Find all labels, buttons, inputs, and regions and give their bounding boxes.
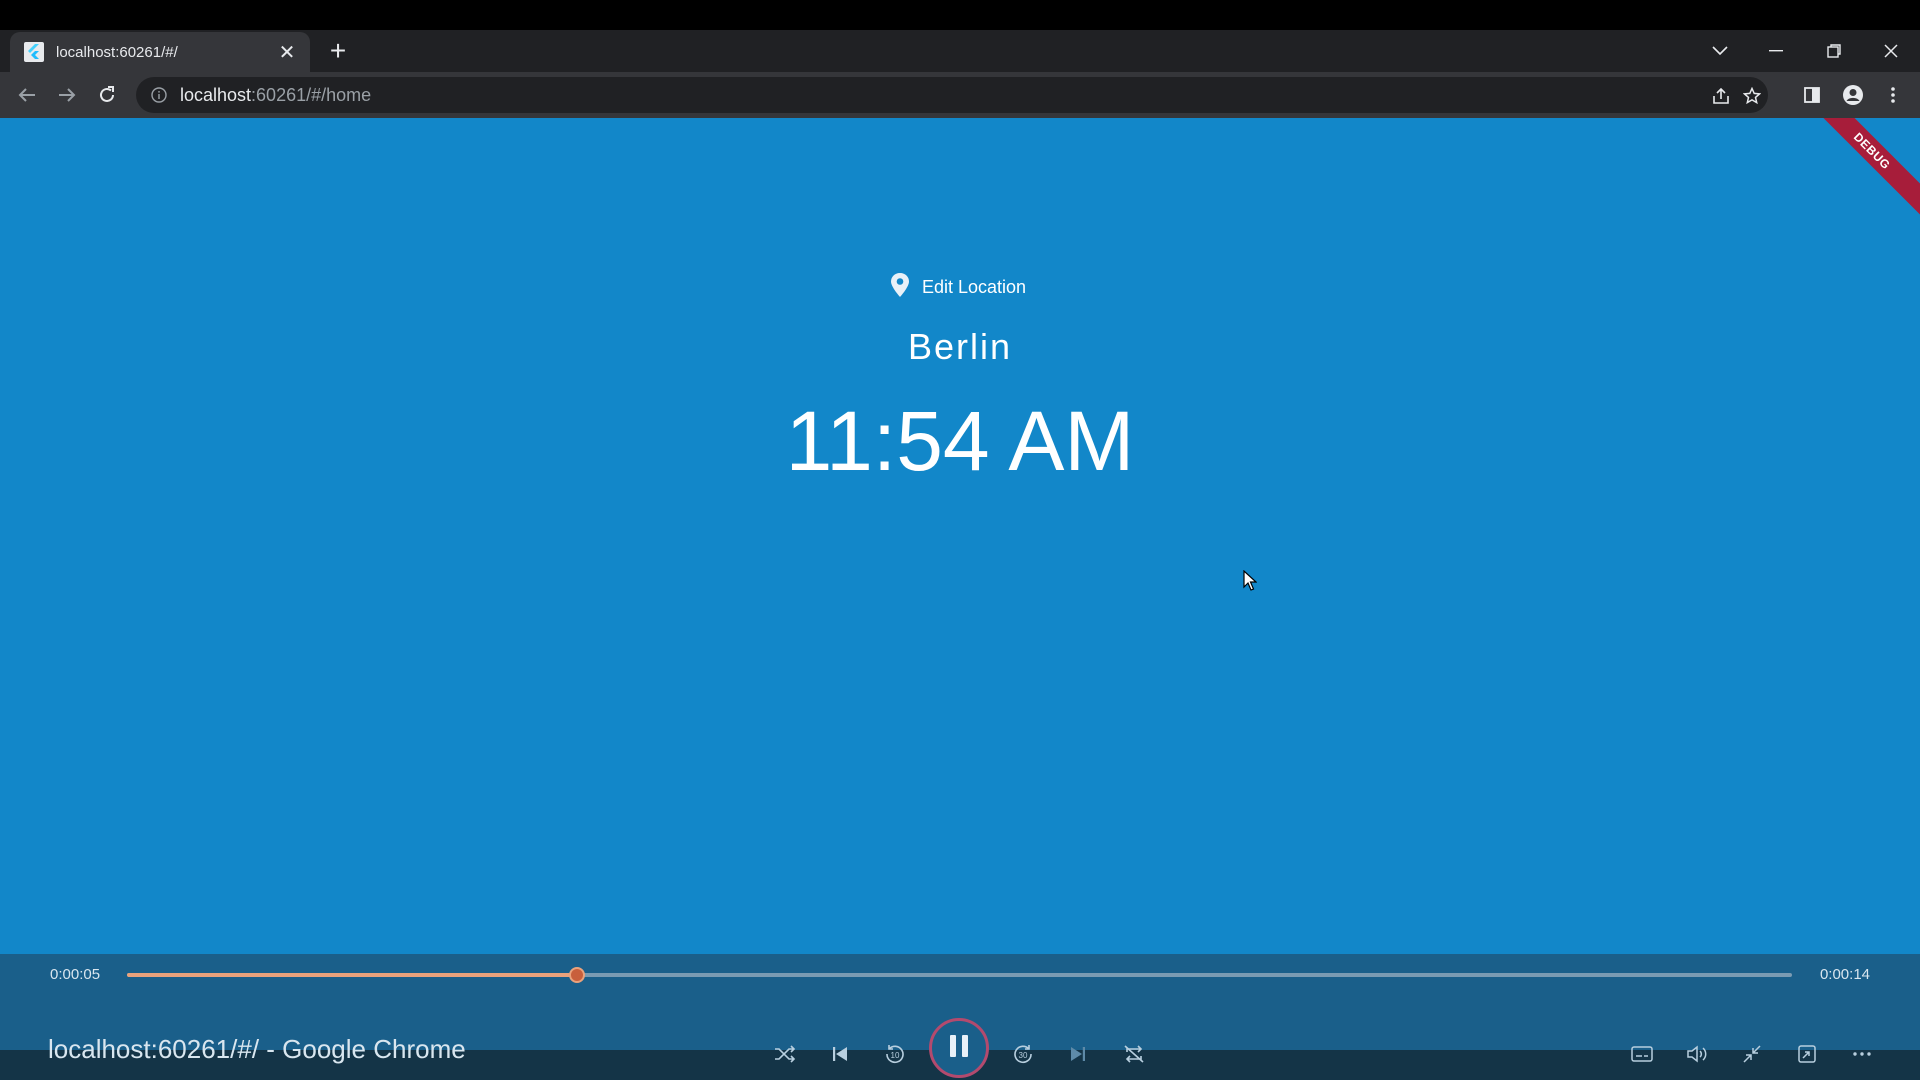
exit-fullscreen-icon[interactable] [1736, 1038, 1768, 1070]
more-options-icon[interactable] [1846, 1038, 1878, 1070]
svg-text:30: 30 [1019, 1051, 1028, 1060]
profile-icon[interactable] [1838, 80, 1868, 110]
tab-strip: localhost:60261/#/ ✕ + [0, 30, 1920, 72]
location-pin-icon [890, 272, 910, 303]
volume-icon[interactable] [1681, 1038, 1713, 1070]
captions-icon[interactable] [1626, 1038, 1658, 1070]
side-panel-icon[interactable] [1797, 80, 1827, 110]
tab-title: localhost:60261/#/ [56, 43, 178, 61]
edit-location-button[interactable]: Edit Location [890, 272, 1026, 303]
media-player-bar: 0:00:05 0:00:14 localhost:60261/#/ - Goo… [0, 954, 1920, 1080]
reload-icon[interactable] [92, 80, 122, 110]
forward-icon[interactable] [52, 80, 82, 110]
back-icon[interactable] [12, 80, 42, 110]
menu-kebab-icon[interactable] [1878, 80, 1908, 110]
forward-30-icon[interactable]: 30 [1007, 1038, 1039, 1070]
minimize-icon[interactable] [1748, 30, 1804, 72]
share-icon[interactable] [1711, 86, 1731, 106]
local-time: 11:54 AM [785, 394, 1135, 488]
tab-close-icon[interactable]: ✕ [276, 40, 298, 65]
address-bar[interactable]: localhost:60261/#/home [136, 77, 1768, 113]
debug-banner: DEBUG [1793, 118, 1920, 230]
skip-previous-icon[interactable] [824, 1038, 856, 1070]
new-tab-button[interactable]: + [324, 36, 352, 66]
pause-icon [947, 1033, 971, 1064]
screen: localhost:60261/#/ ✕ + localhost:60261/#… [0, 0, 1920, 1080]
site-info-icon[interactable] [150, 86, 168, 104]
shuffle-icon[interactable] [769, 1038, 801, 1070]
seek-thumb[interactable] [568, 967, 585, 983]
url-path: :60261/#/home [251, 84, 372, 105]
bookmark-star-icon[interactable] [1742, 86, 1762, 106]
browser-toolbar: localhost:60261/#/home [0, 72, 1920, 118]
seek-bar[interactable] [127, 967, 1792, 983]
total-time: 0:00:14 [1819, 966, 1870, 983]
mouse-cursor-icon [1243, 569, 1258, 597]
svg-text:10: 10 [891, 1051, 900, 1060]
flutter-icon [24, 42, 44, 62]
city-name: Berlin [907, 326, 1013, 367]
seek-progress [127, 973, 577, 977]
repeat-off-icon[interactable] [1118, 1038, 1150, 1070]
tab-search-icon[interactable] [1692, 30, 1748, 72]
url-text: localhost:60261/#/home [180, 85, 371, 106]
edit-location-label: Edit Location [922, 277, 1027, 297]
player-window-title: localhost:60261/#/ - Google Chrome [48, 1034, 466, 1064]
rewind-10-icon[interactable]: 10 [879, 1038, 911, 1070]
flutter-app: DEBUG Edit Location Berlin 11:54 AM [0, 118, 1920, 954]
mini-player-icon[interactable] [1791, 1038, 1823, 1070]
close-window-icon[interactable] [1863, 30, 1919, 72]
current-time: 0:00:05 [50, 966, 101, 983]
browser-tab[interactable]: localhost:60261/#/ ✕ [10, 32, 310, 72]
pause-button[interactable] [929, 1018, 989, 1078]
skip-next-icon[interactable] [1062, 1038, 1094, 1070]
url-host: localhost [180, 84, 252, 105]
restore-icon[interactable] [1806, 30, 1862, 72]
